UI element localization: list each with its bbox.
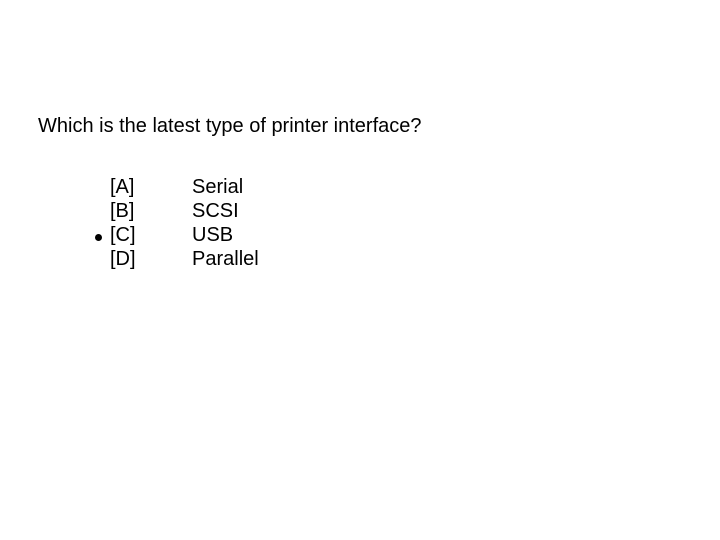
selected-marker-icon	[95, 234, 102, 241]
option-label: [C]	[110, 224, 192, 247]
options-list: [A] Serial [B] SCSI [C] USB [D] Parallel	[110, 175, 259, 271]
option-label: [A]	[110, 176, 192, 199]
option-b[interactable]: [B] SCSI	[110, 199, 259, 223]
option-text: Parallel	[192, 248, 259, 271]
option-label: [B]	[110, 200, 192, 223]
option-label: [D]	[110, 248, 192, 271]
option-d[interactable]: [D] Parallel	[110, 247, 259, 271]
option-a[interactable]: [A] Serial	[110, 175, 259, 199]
option-text: SCSI	[192, 200, 259, 223]
option-text: USB	[192, 224, 259, 247]
option-text: Serial	[192, 176, 259, 199]
question-text: Which is the latest type of printer inte…	[38, 115, 422, 138]
option-c[interactable]: [C] USB	[110, 223, 259, 247]
